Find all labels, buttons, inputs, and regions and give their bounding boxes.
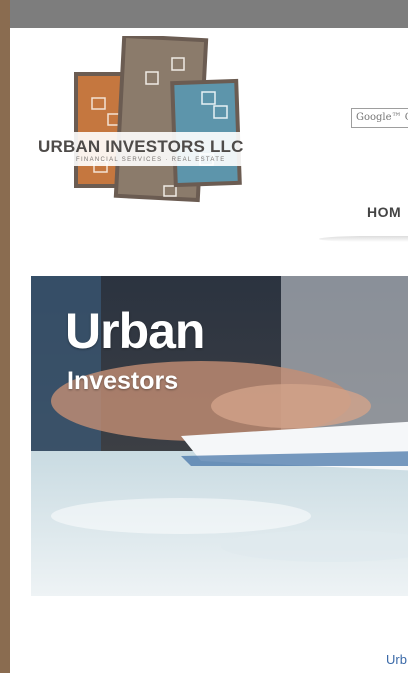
google-search-input[interactable]: Google™ C	[351, 108, 408, 128]
hero-title: Urban	[65, 303, 205, 359]
logo-tagline: FINANCIAL SERVICES · REAL ESTATE	[76, 157, 226, 163]
top-header-bar	[10, 0, 408, 28]
company-logo[interactable]: URBAN INVESTORS LLC FINANCIAL SERVICES ·…	[24, 33, 286, 208]
left-border-bar	[0, 0, 10, 673]
page-container: URBAN INVESTORS LLC FINANCIAL SERVICES ·…	[14, 28, 408, 673]
hero-banner: Urban Investors	[31, 276, 408, 596]
nav-item-home[interactable]: HOM	[367, 204, 401, 220]
footer-link[interactable]: Urb	[386, 652, 407, 667]
hero-subtitle: Investors	[67, 367, 179, 395]
buildings-logo-icon	[24, 33, 286, 203]
logo-company-name: URBAN INVESTORS LLC	[38, 137, 244, 156]
nav-divider-shadow	[319, 236, 408, 242]
